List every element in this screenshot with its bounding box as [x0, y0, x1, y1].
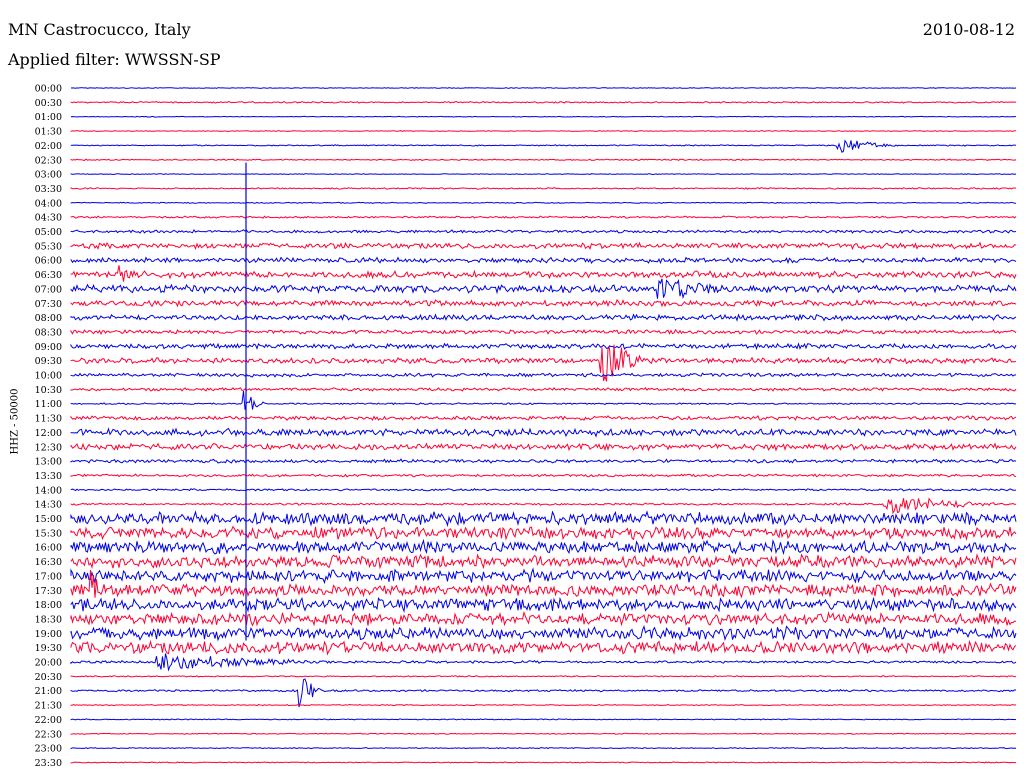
- tick-label: 06:30: [35, 270, 62, 281]
- trace-line: [70, 525, 1017, 541]
- tick-label: 15:30: [35, 528, 62, 539]
- tick-label: 17:00: [35, 571, 62, 582]
- trace-line: [70, 458, 1017, 464]
- trace-line: [70, 313, 1017, 322]
- tick-label: 09:30: [35, 356, 62, 367]
- tick-label: 21:00: [35, 686, 62, 697]
- tick-label: 14:30: [35, 500, 62, 511]
- tick-label: 20:30: [35, 672, 62, 683]
- trace-line: [70, 342, 1017, 351]
- tick-label: 22:30: [35, 729, 62, 740]
- tick-label: 16:30: [35, 557, 62, 568]
- trace-line: [70, 497, 1017, 515]
- tick-label: 04:30: [35, 213, 62, 224]
- trace-line: [70, 442, 1017, 452]
- trace-line: [70, 87, 1017, 89]
- tick-label: 09:00: [35, 342, 62, 353]
- trace-line: [70, 510, 1017, 528]
- trace-line: [70, 173, 1017, 176]
- tick-label: 21:30: [35, 701, 62, 712]
- trace-line: [70, 299, 1017, 308]
- tick-label: 23:00: [35, 744, 62, 755]
- trace-line: [70, 256, 1017, 265]
- tick-label: 07:00: [35, 284, 62, 295]
- trace-line: [70, 415, 1017, 422]
- tick-label: 06:00: [35, 256, 62, 267]
- trace-line: [70, 761, 1017, 764]
- tick-label: 02:00: [35, 141, 62, 152]
- trace-line: [70, 732, 1017, 735]
- tick-label: 12:30: [35, 442, 62, 453]
- tick-label: 16:00: [35, 543, 62, 554]
- trace-line: [70, 158, 1017, 161]
- trace-line: [70, 130, 1017, 132]
- tick-label: 08:00: [35, 313, 62, 324]
- tick-label: 00:30: [35, 98, 62, 109]
- tick-label: 05:00: [35, 227, 62, 238]
- trace-line: [70, 201, 1017, 204]
- tick-label: 03:00: [35, 170, 62, 181]
- tick-label: 12:00: [35, 428, 62, 439]
- trace-line: [70, 391, 1017, 410]
- trace-line: [70, 625, 1017, 642]
- trace-line: [70, 703, 1017, 707]
- tick-label: 15:00: [35, 514, 62, 525]
- tick-label: 10:00: [35, 371, 62, 382]
- tick-label: 10:30: [35, 385, 62, 396]
- trace-line: [70, 538, 1017, 556]
- trace-line: [70, 372, 1017, 378]
- trace-line: [70, 139, 1017, 153]
- tick-label: 01:30: [35, 127, 62, 138]
- tick-label: 23:30: [35, 758, 62, 769]
- tick-label: 13:00: [35, 457, 62, 468]
- trace-line: [70, 265, 1017, 282]
- tick-label: 18:30: [35, 614, 62, 625]
- tick-label: 14:00: [35, 485, 62, 496]
- helicorder-plot: 00:00 00:30 01:00 01:30 02:00 02:30 03:00 03:30…: [35, 84, 1017, 769]
- tick-label: 08:30: [35, 327, 62, 338]
- tick-label: 11:00: [35, 399, 62, 410]
- trace-line: [70, 567, 1017, 585]
- tick-label: 02:30: [35, 155, 62, 166]
- trace-line: [70, 610, 1017, 627]
- trace-line: [70, 100, 1017, 104]
- tick-label: 07:30: [35, 299, 62, 310]
- tick-label: 22:00: [35, 715, 62, 726]
- trace-line: [70, 328, 1017, 336]
- trace-line: [70, 487, 1017, 492]
- trace-line: [70, 187, 1017, 190]
- trace-line: [70, 675, 1017, 678]
- trace-line: [70, 115, 1017, 118]
- trace-line: [70, 553, 1017, 570]
- trace-line: [70, 718, 1017, 721]
- tick-label: 00:00: [35, 84, 62, 95]
- tick-label: 19:30: [35, 643, 62, 654]
- tick-label: 05:30: [35, 241, 62, 252]
- trace-line: [70, 228, 1017, 234]
- trace-line: [70, 427, 1017, 438]
- trace-line: [70, 241, 1017, 251]
- trace-line: [70, 386, 1017, 392]
- trace-line: [70, 653, 1017, 672]
- trace-line: [70, 278, 1017, 300]
- tick-label: 18:00: [35, 600, 62, 611]
- tick-label: 13:30: [35, 471, 62, 482]
- tick-label: 03:30: [35, 184, 62, 195]
- trace-line: [70, 639, 1017, 656]
- tick-label: 17:30: [35, 586, 62, 597]
- tick-label: 01:00: [35, 112, 62, 123]
- tick-label: 11:30: [35, 414, 62, 425]
- tick-label: 19:00: [35, 629, 62, 640]
- trace-line: [70, 473, 1017, 478]
- trace-line: [70, 747, 1017, 750]
- tick-label: 04:00: [35, 198, 62, 209]
- trace-line: [70, 678, 1017, 708]
- tick-label: 20:00: [35, 658, 62, 669]
- trace-line: [70, 215, 1017, 219]
- trace-line: [70, 596, 1017, 614]
